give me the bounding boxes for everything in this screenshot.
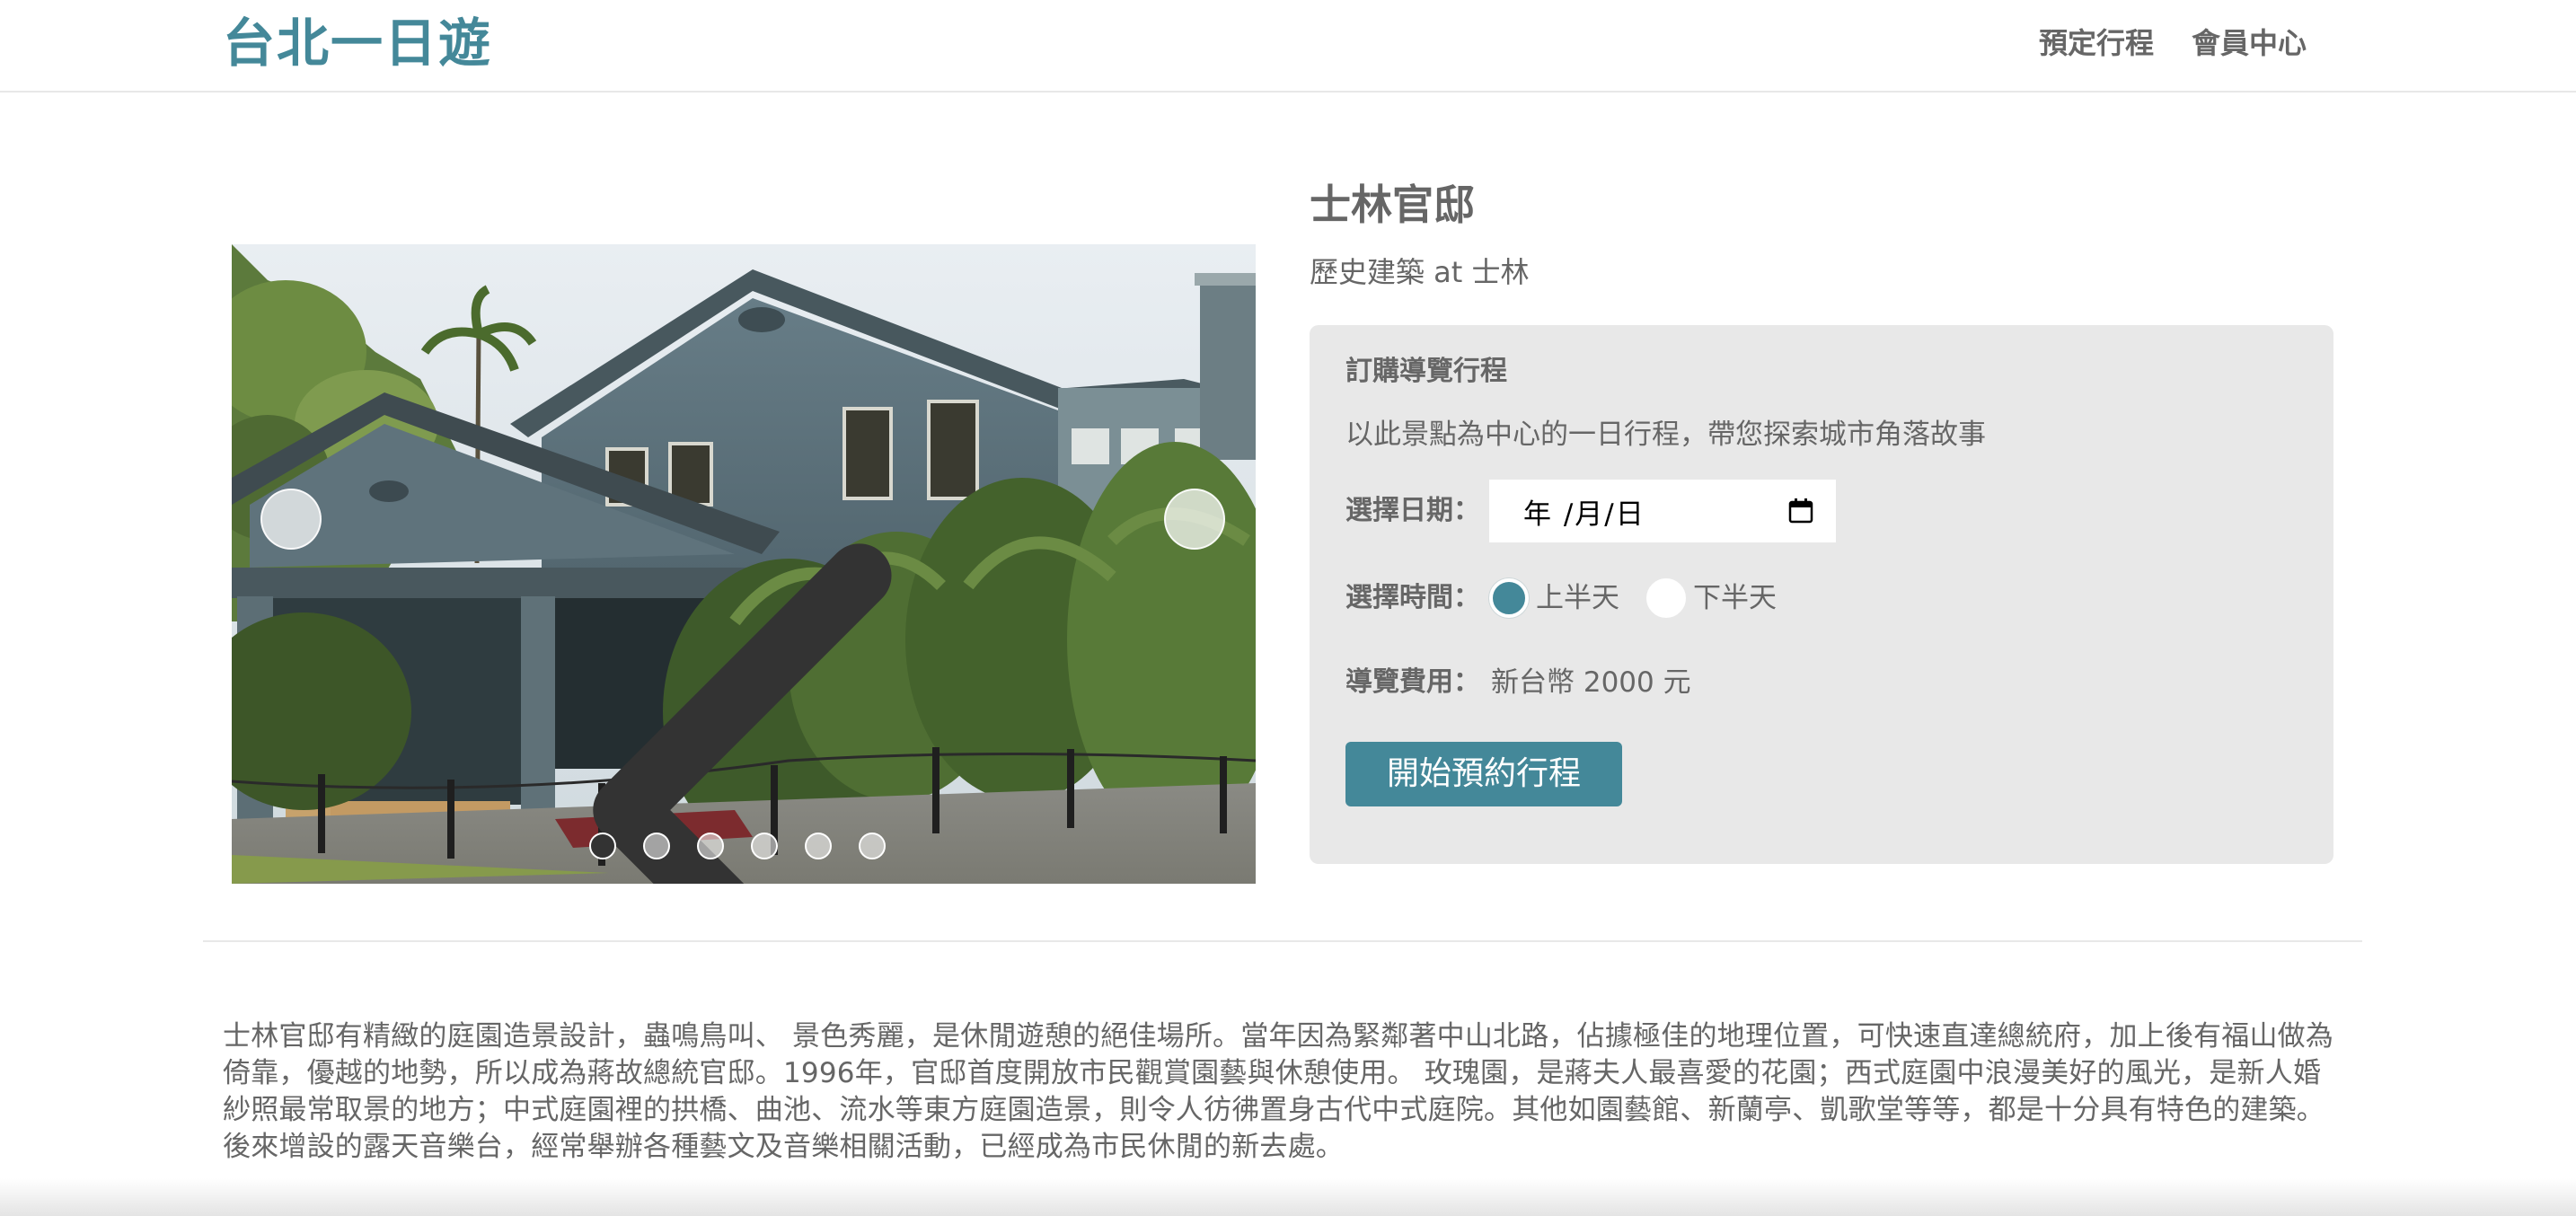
- radio-afternoon[interactable]: [1646, 578, 1686, 618]
- time-row: 選擇時間： 上半天 下半天: [1345, 578, 2298, 618]
- carousel-next-button[interactable]: [1164, 489, 1225, 550]
- attraction-profile: 士林官邸 歷史建築 at 士林 訂購導覽行程 以此景點為中心的一日行程，帶您探索…: [1310, 176, 2333, 864]
- carousel-dot-2[interactable]: [643, 833, 670, 859]
- nav-member-link[interactable]: 會員中心: [2192, 18, 2307, 68]
- time-option-afternoon-label: 下半天: [1693, 582, 1777, 614]
- radio-morning[interactable]: [1489, 578, 1529, 618]
- fee-label: 導覽費用：: [1345, 666, 1480, 698]
- attraction-description: 士林官邸有精緻的庭園造景設計，蟲鳴鳥叫、 景色秀麗，是休閒遊憩的絕佳場所。當年因…: [223, 1020, 2334, 1163]
- nav-links: 預定行程 會員中心: [2039, 18, 2307, 68]
- fee-row: 導覽費用： 新台幣 2000 元: [1345, 663, 2298, 702]
- chevron-right-icon: [1166, 490, 1256, 884]
- booking-description: 以此景點為中心的一日行程，帶您探索城市角落故事: [1345, 419, 1986, 451]
- top-navbar: 台北一日遊 預定行程 會員中心: [0, 0, 2576, 93]
- time-option-morning-label: 上半天: [1536, 582, 1619, 614]
- attraction-name: 士林官邸: [1310, 181, 1475, 229]
- section-divider: [203, 940, 2362, 942]
- attraction-category-location: 歷史建築 at 士林: [1310, 255, 1530, 289]
- booking-form: 訂購導覽行程 以此景點為中心的一日行程，帶您探索城市角落故事 選擇日期： 年 /…: [1310, 325, 2333, 864]
- calendar-icon[interactable]: [1787, 498, 1814, 524]
- carousel-dot-4[interactable]: [751, 833, 778, 859]
- time-option-afternoon[interactable]: 下半天: [1646, 578, 1777, 618]
- carousel-indicators: [589, 833, 886, 859]
- booking-title: 訂購導覽行程: [1345, 356, 1507, 387]
- date-input-value: 年 /月/日: [1523, 498, 1645, 531]
- date-row: 選擇日期： 年 /月/日: [1345, 480, 2298, 542]
- chevron-left-icon: [593, 543, 892, 884]
- carousel-dot-6[interactable]: [859, 833, 886, 859]
- attraction-image-carousel: [232, 244, 1256, 884]
- fee-value: 新台幣 2000 元: [1491, 666, 1691, 699]
- carousel-dot-5[interactable]: [805, 833, 832, 859]
- carousel-dot-1[interactable]: [589, 833, 616, 859]
- nav-booking-link[interactable]: 預定行程: [2039, 18, 2154, 68]
- site-logo-title[interactable]: 台北一日遊: [223, 7, 492, 79]
- page: 台北一日遊 預定行程 會員中心 士林官邸 歷史建築 at 士林 訂購導覽行程 以…: [0, 0, 2576, 1216]
- time-option-morning[interactable]: 上半天: [1489, 578, 1619, 618]
- carousel-dot-3[interactable]: [697, 833, 724, 859]
- time-label: 選擇時間：: [1345, 582, 1480, 613]
- start-booking-button[interactable]: 開始預約行程: [1345, 742, 1622, 806]
- date-label: 選擇日期：: [1345, 495, 1480, 526]
- carousel-prev-button[interactable]: [260, 489, 892, 884]
- date-input[interactable]: 年 /月/日: [1489, 480, 1836, 542]
- bottom-fade: [0, 1178, 2576, 1216]
